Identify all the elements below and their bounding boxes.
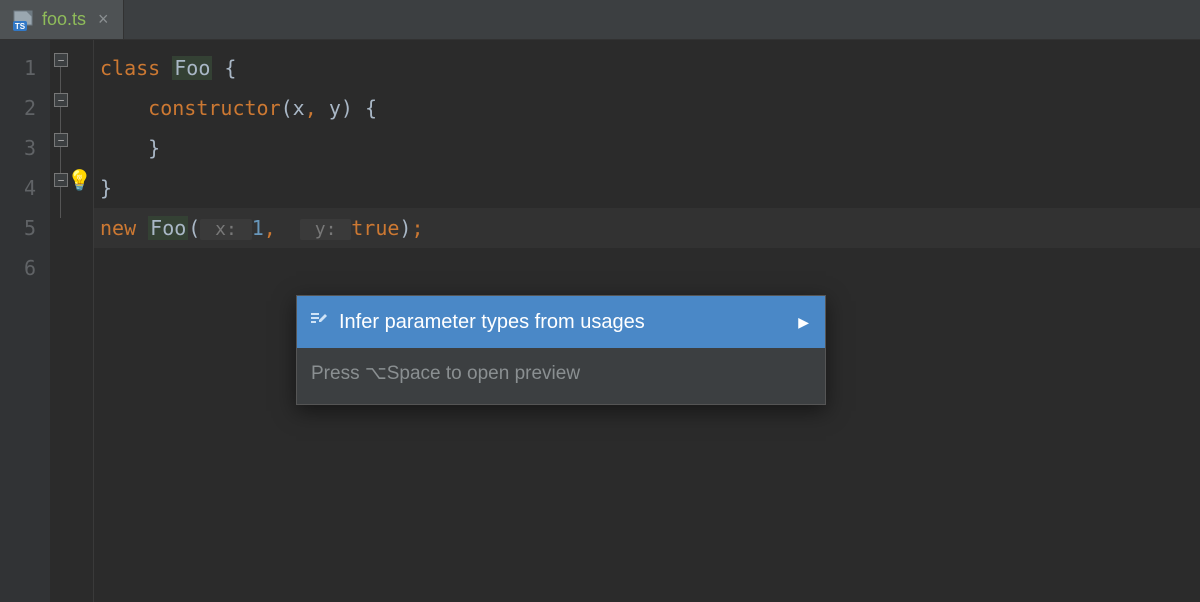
close-icon[interactable]: × (98, 9, 109, 30)
editor[interactable]: 1 2 3 4 5 6 💡 class Foo { constructor(x,… (0, 40, 1200, 602)
code-line[interactable]: class Foo { (94, 48, 1200, 88)
indent (100, 136, 148, 160)
line-number: 2 (0, 88, 36, 128)
line-number: 3 (0, 128, 36, 168)
code-line[interactable]: } (94, 128, 1200, 168)
code-line[interactable]: } (94, 168, 1200, 208)
brace-open: { (212, 56, 236, 80)
code-line[interactable]: constructor(x, y) { (94, 88, 1200, 128)
paren-close: ) (399, 216, 411, 240)
intention-footer-hint: Press ⌥Space to open preview (297, 348, 825, 404)
comma: , (305, 96, 329, 120)
line-number: 4 (0, 168, 36, 208)
line-number-gutter: 1 2 3 4 5 6 (0, 40, 50, 602)
chevron-right-icon: ▶ (798, 302, 809, 342)
indent (100, 96, 148, 120)
inlay-hint-y: y: (300, 219, 351, 240)
paren-close: ) (341, 96, 353, 120)
comma: , (264, 216, 288, 240)
inlay-hint-x: x: (200, 219, 251, 240)
line-number: 1 (0, 48, 36, 88)
brace-close: } (100, 176, 112, 200)
keyword-class: class (100, 56, 160, 80)
brace-open: { (353, 96, 377, 120)
tab-bar: TS foo.ts × (0, 0, 1200, 40)
class-name: Foo (172, 56, 212, 80)
code-line[interactable] (94, 248, 1200, 288)
fold-gutter: 💡 (50, 40, 94, 602)
param-y: y (329, 96, 341, 120)
code-area[interactable]: class Foo { constructor(x, y) { } } new … (94, 40, 1200, 602)
class-ref: Foo (148, 216, 188, 240)
param-x: x (293, 96, 305, 120)
fold-toggle-icon[interactable] (54, 93, 68, 107)
boolean-literal: true (351, 216, 399, 240)
paren-open: ( (188, 216, 200, 240)
semicolon: ; (411, 216, 423, 240)
fold-toggle-icon[interactable] (54, 133, 68, 147)
tab-filename: foo.ts (42, 9, 86, 30)
edit-icon (309, 302, 329, 342)
ts-file-icon: TS (12, 9, 34, 31)
space (136, 216, 148, 240)
keyword-new: new (100, 216, 136, 240)
fold-toggle-icon[interactable] (54, 53, 68, 67)
tab-foo-ts[interactable]: TS foo.ts × (0, 0, 124, 39)
fold-toggle-icon[interactable] (54, 173, 68, 187)
intention-popup: Infer parameter types from usages ▶ Pres… (296, 295, 826, 405)
paren-open: ( (281, 96, 293, 120)
svg-text:TS: TS (15, 22, 26, 31)
line-number: 5 (0, 208, 36, 248)
brace-close: } (148, 136, 160, 160)
number-literal: 1 (252, 216, 264, 240)
code-line-current[interactable]: new Foo( x: 1, y: true); (94, 208, 1200, 248)
keyword-constructor: constructor (148, 96, 280, 120)
intention-action-infer-types[interactable]: Infer parameter types from usages ▶ (297, 296, 825, 348)
line-number: 6 (0, 248, 36, 288)
intention-bulb-icon[interactable]: 💡 (67, 168, 92, 192)
intention-action-label: Infer parameter types from usages (339, 302, 645, 342)
